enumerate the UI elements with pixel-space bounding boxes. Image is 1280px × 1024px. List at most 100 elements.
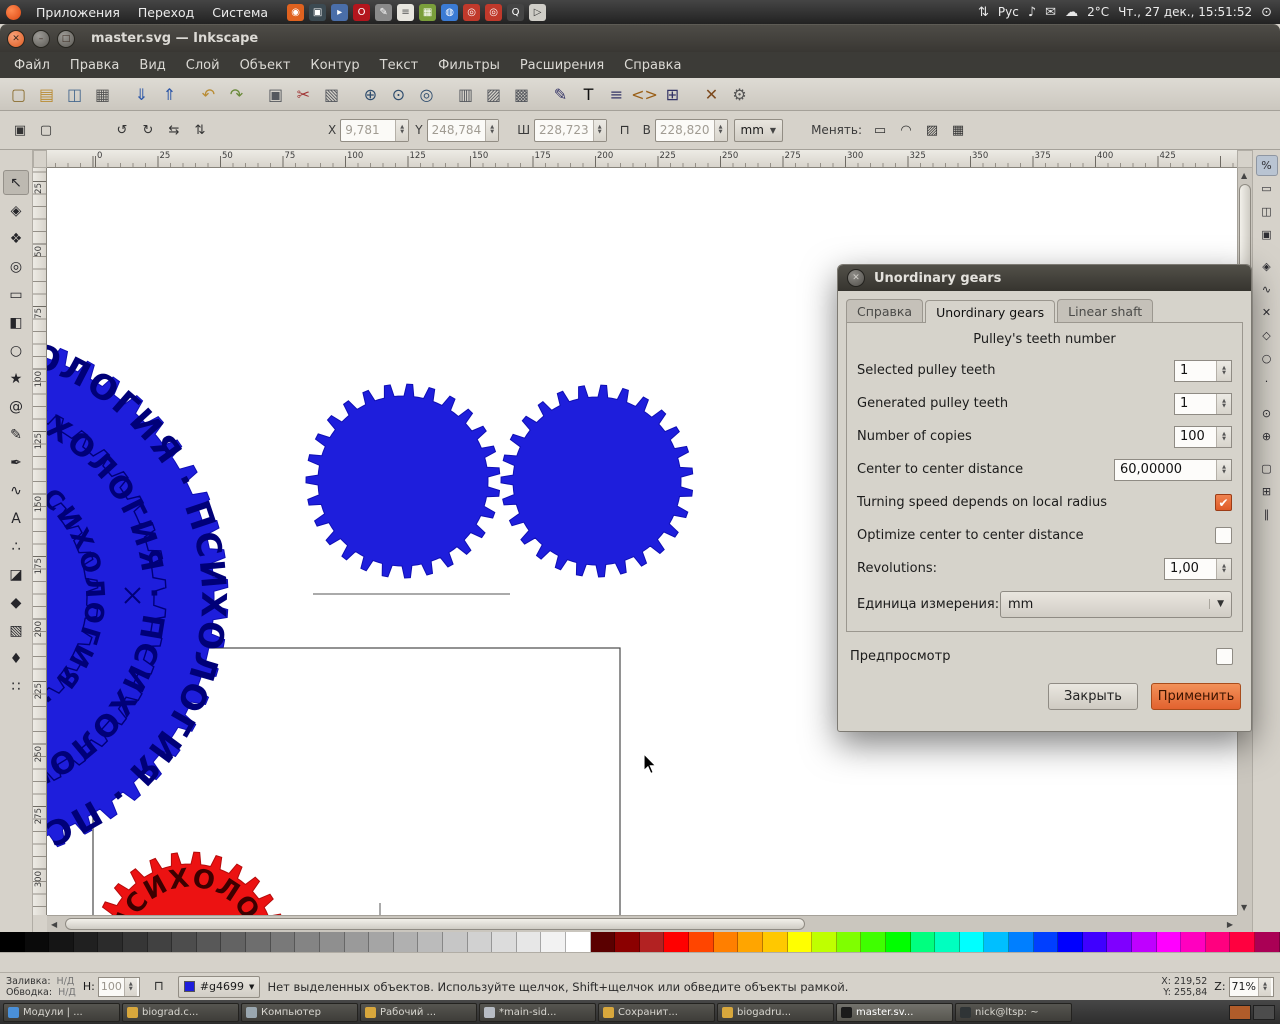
input-devices-button[interactable]: ⚙	[726, 81, 753, 107]
network-icon[interactable]: ⇅	[978, 5, 989, 20]
text-dialog-button[interactable]: T	[575, 81, 602, 107]
palette-swatch-45[interactable]	[1107, 932, 1133, 952]
dialog-checkbox-4[interactable]: ✔	[1215, 494, 1232, 511]
text-tool[interactable]: А	[3, 506, 29, 531]
apply-button[interactable]: Применить	[1151, 683, 1241, 710]
zoom-tool[interactable]: ◎	[3, 254, 29, 279]
lock-ratio-icon[interactable]: ⊓	[613, 118, 637, 142]
panel-menu-1[interactable]: Переход	[129, 5, 203, 20]
palette-swatch-39[interactable]	[959, 932, 985, 952]
dialog-spinbox-1[interactable]: 1 ▲ ▼	[1174, 392, 1232, 415]
menubar-item-5[interactable]: Контур	[300, 54, 369, 77]
palette-swatch-23[interactable]	[566, 932, 591, 952]
undo-button[interactable]: ↶	[195, 81, 222, 107]
open-document-button[interactable]: ▤	[33, 81, 60, 107]
dialog-checkbox-5[interactable]	[1215, 527, 1232, 544]
menubar-item-9[interactable]: Справка	[614, 54, 691, 77]
fill-stroke-dialog-button[interactable]: ✎	[547, 81, 574, 107]
taskbar-window-biograd[interactable]: biograd.c...	[122, 1002, 239, 1022]
taskbar-window-terminal[interactable]: nick@ltsp: ~	[955, 1002, 1072, 1022]
scroll-left-icon[interactable]: ◀	[51, 920, 57, 929]
align-dialog-button[interactable]: ⊞	[659, 81, 686, 107]
spinner-arrows[interactable]: ▲ ▼	[395, 119, 409, 141]
snap-paths-toggle[interactable]: ∿	[1256, 279, 1278, 300]
dialog-tab-0[interactable]: Справка	[846, 299, 924, 322]
palette-swatch-42[interactable]	[1033, 932, 1059, 952]
dialog-spinbox-2[interactable]: 100 ▲ ▼	[1174, 425, 1232, 448]
palette-swatch-51[interactable]	[1255, 932, 1280, 952]
palette-swatch-20[interactable]	[492, 932, 517, 952]
dialog-spinbox-6[interactable]: 1,00 ▲ ▼	[1164, 557, 1232, 580]
vertical-ruler[interactable]: 25 50 75 100 125 150 175 200 225 250 275 300	[33, 168, 47, 915]
palette-swatch-43[interactable]	[1058, 932, 1083, 952]
snap-bbox-edges-toggle[interactable]: ◫	[1256, 201, 1278, 222]
zoom-page-button[interactable]: ◎	[413, 81, 440, 107]
panel-menu-2[interactable]: Система	[203, 5, 277, 20]
palette-swatch-25[interactable]	[615, 932, 640, 952]
save-button[interactable]: ◫	[61, 81, 88, 107]
pencil-tool[interactable]: ✎	[3, 422, 29, 447]
snap-grids-toggle[interactable]: ⊞	[1256, 481, 1278, 502]
spinner-arrows[interactable]: ▲ ▼	[1216, 360, 1231, 381]
gradient-tool[interactable]: ▧	[3, 618, 29, 643]
palette-swatch-17[interactable]	[418, 932, 443, 952]
menubar-item-7[interactable]: Фильтры	[428, 54, 510, 77]
taskbar-window-save[interactable]: Сохранит...	[598, 1002, 715, 1022]
dialog-close-icon[interactable]: ✕	[847, 269, 865, 287]
send-to-icon[interactable]: ▷	[529, 3, 547, 21]
ellipse-tool[interactable]: ○	[3, 338, 29, 363]
palette-swatch-18[interactable]	[442, 932, 468, 952]
palette-swatch-41[interactable]	[1008, 932, 1034, 952]
window-minimize-button[interactable]: –	[32, 29, 50, 48]
taskbar-window-moduli[interactable]: Модули | ...	[3, 1002, 120, 1022]
zoom-spinner[interactable]: 71% ▲ ▼	[1228, 976, 1274, 997]
palette-swatch-16[interactable]	[393, 932, 419, 952]
menubar-item-8[interactable]: Расширения	[510, 54, 614, 77]
snap-cusp-nodes-toggle[interactable]: ◇	[1256, 325, 1278, 346]
taskbar-window-master-svg[interactable]: master.sv...	[836, 1002, 953, 1022]
palette-swatch-4[interactable]	[98, 932, 124, 952]
unit-dropdown[interactable]: mm ▼	[733, 118, 784, 142]
snap-rotation-centers-toggle[interactable]: ⊕	[1256, 426, 1278, 447]
spinner-arrows[interactable]: ▲ ▼	[713, 119, 727, 141]
window-titlebar[interactable]: ✕ – □ master.svg — Inkscape	[0, 24, 1280, 52]
palette-swatch-21[interactable]	[516, 932, 542, 952]
palette-swatch-12[interactable]	[295, 932, 320, 952]
workspace-1[interactable]	[1229, 1004, 1251, 1020]
rotate-cw-button[interactable]: ↻	[136, 118, 160, 142]
ubuntu-logo-icon[interactable]	[6, 4, 21, 20]
unit-select[interactable]: mm ▼	[1000, 590, 1232, 618]
select-all-button[interactable]: ▣	[8, 118, 32, 142]
new-document-button[interactable]: ▢	[5, 81, 32, 107]
palette-swatch-7[interactable]	[172, 932, 197, 952]
zoom-drawing-button[interactable]: ⊙	[385, 81, 412, 107]
dialog-spinbox-0[interactable]: 1 ▲ ▼	[1174, 359, 1232, 382]
spiral-tool[interactable]: @	[3, 394, 29, 419]
duplicate-button[interactable]: ▥	[452, 81, 479, 107]
star-tool[interactable]: ★	[3, 366, 29, 391]
spinner-arrows[interactable]: ▲ ▼	[123, 977, 137, 996]
palette-swatch-48[interactable]	[1181, 932, 1206, 952]
transform-stroke-toggle[interactable]: ▭	[868, 118, 892, 142]
spray-tool[interactable]: ∴	[3, 534, 29, 559]
print-button[interactable]: ▦	[89, 81, 116, 107]
snap-nodes-toggle[interactable]: ◈	[1256, 256, 1278, 277]
palette-swatch-47[interactable]	[1156, 932, 1182, 952]
palette-swatch-33[interactable]	[812, 932, 837, 952]
node-tool[interactable]: ◈	[3, 198, 29, 223]
snap-page-border-toggle[interactable]: ▢	[1256, 458, 1278, 479]
spinner-arrows[interactable]: ▲ ▼	[1216, 393, 1231, 414]
transform-gradient-toggle[interactable]: ▨	[920, 118, 944, 142]
flip-vertical-button[interactable]: ⇅	[188, 118, 212, 142]
palette-swatch-14[interactable]	[344, 932, 370, 952]
palette-swatch-2[interactable]	[49, 932, 74, 952]
dropper-tool[interactable]: ♦	[3, 646, 29, 671]
clock[interactable]: Чт., 27 дек., 15:51:52	[1118, 5, 1252, 19]
palette-swatch-49[interactable]	[1205, 932, 1231, 952]
openoffice-icon[interactable]: O	[353, 3, 371, 21]
cut-button[interactable]: ✂	[290, 81, 317, 107]
export-button[interactable]: ⇑	[156, 81, 183, 107]
text-editor-icon[interactable]: ≡	[397, 3, 415, 21]
menubar-item-4[interactable]: Объект	[230, 54, 301, 77]
menubar-item-0[interactable]: Файл	[4, 54, 60, 77]
